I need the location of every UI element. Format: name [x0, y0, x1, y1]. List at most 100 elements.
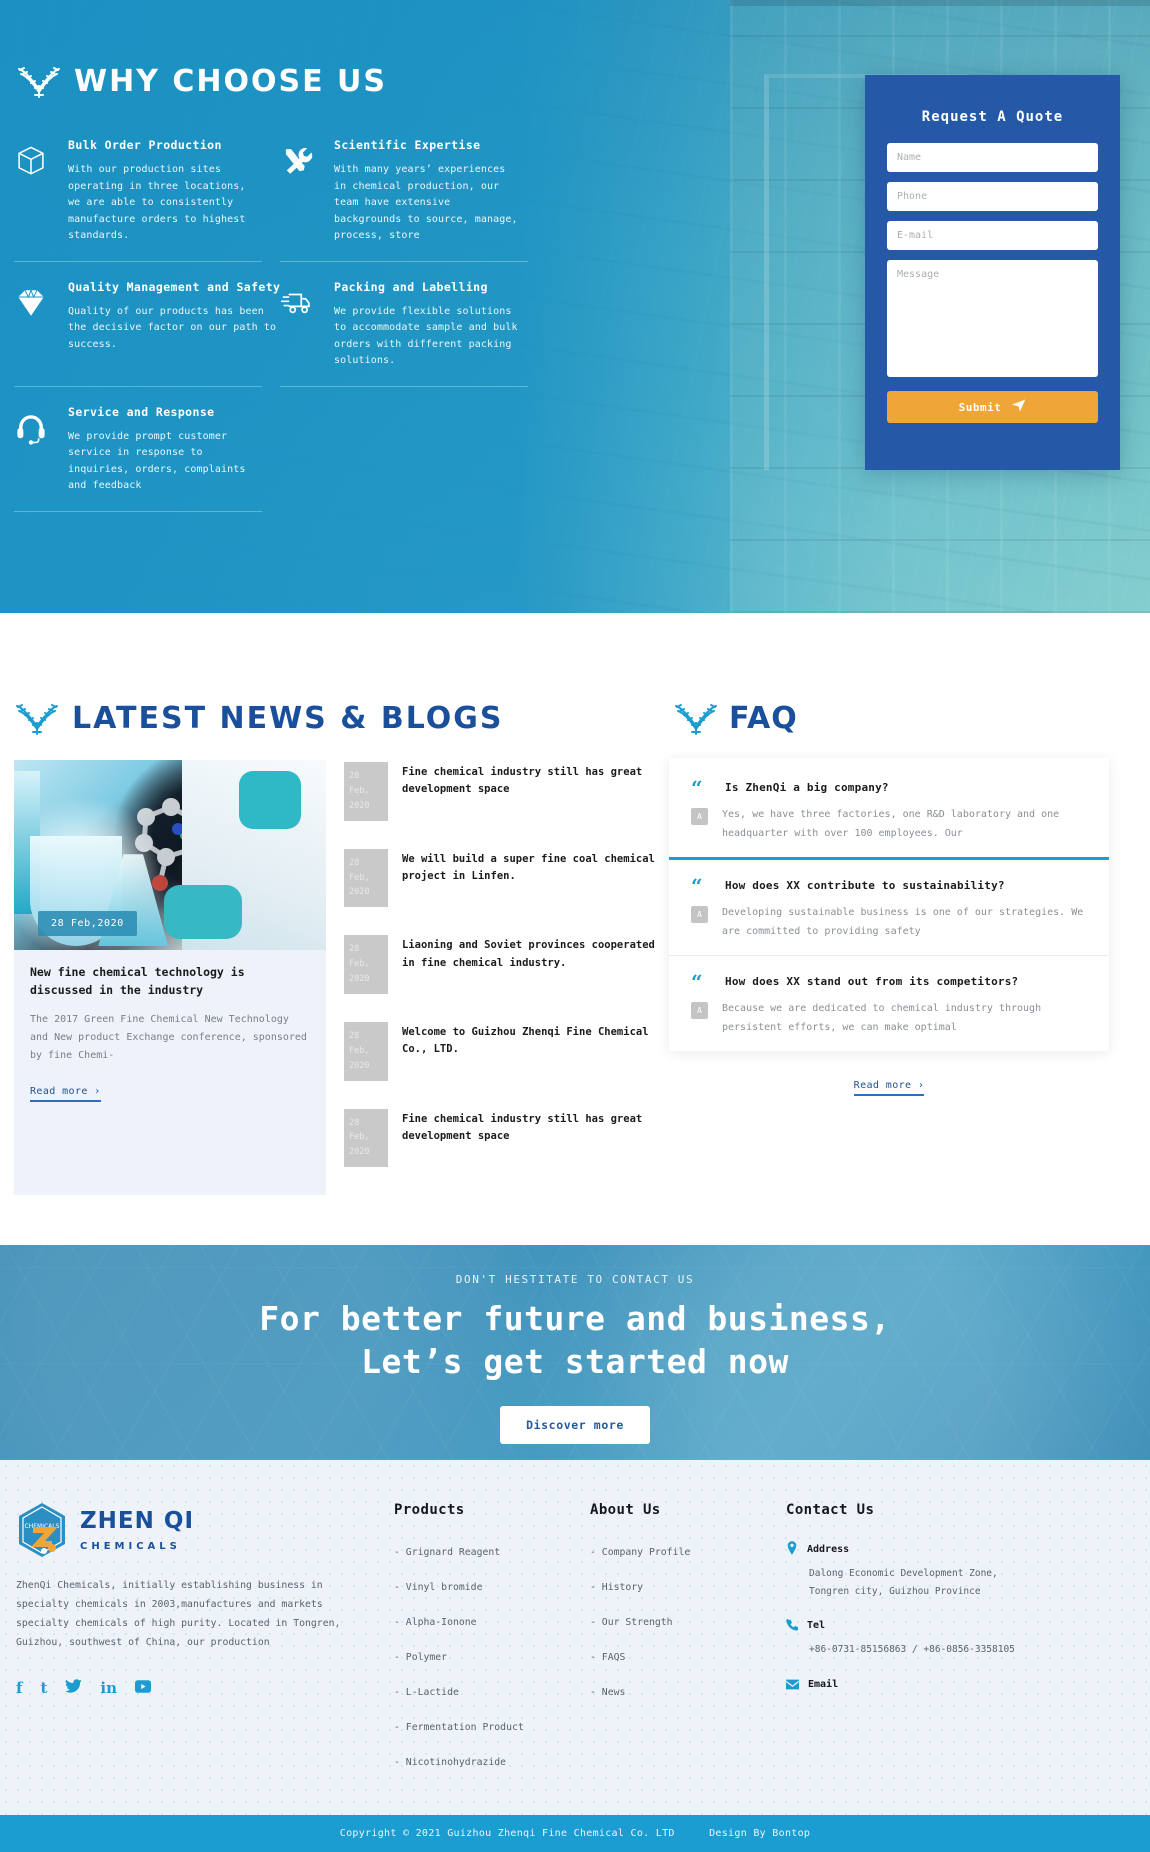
- list-item[interactable]: 28 Feb, 2020 Fine chemical industry stil…: [344, 1108, 666, 1168]
- feature-text: With our production sites operating in t…: [68, 164, 246, 241]
- copyright-bar: Copyright © 2021 Guizhou Zhenqi Fine Che…: [0, 1815, 1150, 1852]
- news-list: 28 Feb, 2020 Fine chemical industry stil…: [344, 760, 666, 1195]
- list-item[interactable]: - FAQS: [590, 1645, 786, 1664]
- faq-answer: Yes, we have three factories, one R&D la…: [722, 809, 1060, 839]
- section-title-text: WHY CHOOSE US: [74, 64, 388, 99]
- latest-news-heading: LATEST NEWS & BLOGS: [14, 701, 669, 736]
- faq-item[interactable]: “ How does XX contribute to sustainabili…: [669, 860, 1109, 956]
- footer-link[interactable]: - Grignard Reagent: [394, 1547, 500, 1558]
- footer-logo-name: ZHEN QI: [80, 1507, 195, 1534]
- quote-icon: “: [691, 874, 703, 898]
- copyright-text: Copyright © 2021 Guizhou Zhenqi Fine Che…: [339, 1828, 675, 1840]
- facebook-icon[interactable]: f: [16, 1679, 22, 1697]
- faq-read-more-link[interactable]: Read more ›: [853, 1080, 925, 1096]
- list-item[interactable]: - Our Strength: [590, 1610, 786, 1629]
- news-item-year: 2020: [349, 1147, 370, 1158]
- list-item[interactable]: - Grignard Reagent: [394, 1540, 590, 1559]
- submit-button[interactable]: Submit: [887, 391, 1098, 423]
- tel-label: Tel: [807, 1620, 826, 1632]
- faq-title: FAQ: [729, 701, 798, 736]
- footer-link[interactable]: - Our Strength: [590, 1617, 673, 1628]
- footer-link[interactable]: - News: [590, 1687, 625, 1698]
- quote-form-title: Request A Quote: [921, 109, 1064, 125]
- list-item[interactable]: - Vinyl bromide: [394, 1575, 590, 1594]
- footer-link[interactable]: - Company Profile: [590, 1547, 690, 1558]
- submit-label: Submit: [958, 400, 1002, 414]
- site-footer: CHEMICALS ZHEN QI CHEMICALS ZhenQi Chemi…: [0, 1460, 1150, 1816]
- footer-link[interactable]: - L-Lactide: [394, 1687, 459, 1698]
- answer-badge: A: [691, 906, 708, 923]
- news-item-day: 28 Feb,: [349, 857, 370, 883]
- quote-icon: “: [691, 776, 703, 800]
- feature-item: Quality Management and Safety Quality of…: [14, 262, 280, 387]
- footer-link[interactable]: - Fermentation Product: [394, 1722, 524, 1733]
- footer-logo[interactable]: CHEMICALS ZHEN QI CHEMICALS: [16, 1502, 370, 1560]
- feature-title: Quality Management and Safety: [68, 279, 281, 294]
- footer-link[interactable]: - Nicotinohydrazide: [394, 1757, 506, 1768]
- youtube-icon[interactable]: [135, 1679, 151, 1697]
- footer-link[interactable]: - Alpha-Ionone: [394, 1617, 477, 1628]
- phone-input[interactable]: [887, 182, 1098, 211]
- list-item[interactable]: 28 Feb, 2020 We will build a super fine …: [344, 848, 666, 908]
- list-item[interactable]: - Nicotinohydrazide: [394, 1750, 590, 1769]
- list-item[interactable]: 28 Feb, 2020 Welcome to Guizhou Zhenqi F…: [344, 1021, 666, 1081]
- faq-question: Is ZhenQi a big company?: [725, 781, 889, 794]
- footer-link[interactable]: - History: [590, 1582, 643, 1593]
- list-item[interactable]: - Fermentation Product: [394, 1715, 590, 1734]
- news-item-day: 28 Feb,: [349, 944, 370, 970]
- list-item[interactable]: - News: [590, 1680, 786, 1699]
- email-icon: [786, 1675, 799, 1694]
- list-item[interactable]: - Alpha-Ionone: [394, 1610, 590, 1629]
- social-links: f t in: [16, 1678, 370, 1698]
- footer-about-column: CHEMICALS ZHEN QI CHEMICALS ZhenQi Chemi…: [16, 1502, 394, 1785]
- contact-cta-section: DON'T HESTITATE TO CONTACT US For better…: [0, 1245, 1150, 1461]
- news-item-year: 2020: [349, 800, 370, 811]
- news-item-date: 28 Feb, 2020: [344, 1021, 388, 1081]
- news-item-date: 28 Feb, 2020: [344, 935, 388, 994]
- footer-link[interactable]: - Vinyl bromide: [394, 1582, 482, 1593]
- footer-about-text: ZhenQi Chemicals, initially establishing…: [16, 1580, 341, 1649]
- news-item-title: We will build a super fine coal chemical…: [402, 852, 655, 882]
- list-item[interactable]: - Polymer: [394, 1645, 590, 1664]
- faq-answer: Developing sustainable business is one o…: [722, 907, 1084, 937]
- faq-item[interactable]: “ Is ZhenQi a big company? A Yes, we hav…: [669, 762, 1109, 860]
- twitter-icon[interactable]: [65, 1678, 83, 1698]
- cta-heading-line2: Let’s get started now: [361, 1342, 789, 1382]
- address-label: Address: [807, 1544, 850, 1556]
- feature-title: Packing and Labelling: [334, 279, 488, 294]
- why-choose-us-heading: WHY CHOOSE US: [16, 64, 387, 99]
- featured-news-card[interactable]: 28 Feb,2020 New fine chemical technology…: [14, 760, 326, 1196]
- dna-icon: [673, 702, 719, 736]
- name-input[interactable]: [887, 143, 1098, 172]
- email-input[interactable]: [887, 221, 1098, 250]
- news-item-day: 28 Feb,: [349, 1030, 370, 1056]
- read-more-link[interactable]: Read more ›: [30, 1086, 101, 1102]
- news-item-day: 28 Feb,: [349, 771, 370, 796]
- feature-title: Bulk Order Production: [68, 138, 222, 152]
- list-item[interactable]: - Company Profile: [590, 1540, 786, 1559]
- request-a-quote-form[interactable]: Request A Quote Submit: [865, 75, 1120, 470]
- faq-question: How does XX stand out from its competito…: [725, 975, 1019, 988]
- feature-item: Service and Response We provide prompt c…: [14, 387, 262, 512]
- footer-link[interactable]: - FAQS: [590, 1652, 625, 1663]
- footer-link[interactable]: - Polymer: [394, 1652, 447, 1663]
- news-item-title: Liaoning and Soviet provinces cooperated…: [402, 939, 655, 969]
- faq-item[interactable]: “ How does XX stand out from its competi…: [669, 956, 1109, 1051]
- discover-more-button[interactable]: Discover more: [500, 1405, 650, 1444]
- glove-shape: [239, 771, 302, 830]
- footer-column-title: About Us: [590, 1502, 661, 1519]
- list-item[interactable]: 28 Feb, 2020 Liaoning and Soviet provinc…: [344, 935, 666, 994]
- tel-value: +86-0731-85156863 / +86-0856-3358105: [809, 1644, 1015, 1656]
- linkedin-icon[interactable]: in: [100, 1679, 117, 1697]
- news-item-year: 2020: [349, 974, 370, 984]
- list-item[interactable]: - L-Lactide: [394, 1680, 590, 1699]
- list-item[interactable]: - History: [590, 1575, 786, 1594]
- footer-column-title: Contact Us: [786, 1502, 875, 1519]
- footer-about-us-column: About Us - Company Profile - History - O…: [590, 1502, 786, 1785]
- feature-text: With many years’ experiences in chemical…: [334, 164, 518, 241]
- feature-grid: Bulk Order Production With our productio…: [14, 120, 538, 512]
- tumblr-icon[interactable]: t: [40, 1679, 47, 1697]
- message-textarea[interactable]: [887, 260, 1098, 377]
- feature-item: Packing and Labelling We provide flexibl…: [280, 262, 528, 387]
- list-item[interactable]: 28 Feb, 2020 Fine chemical industry stil…: [344, 762, 666, 821]
